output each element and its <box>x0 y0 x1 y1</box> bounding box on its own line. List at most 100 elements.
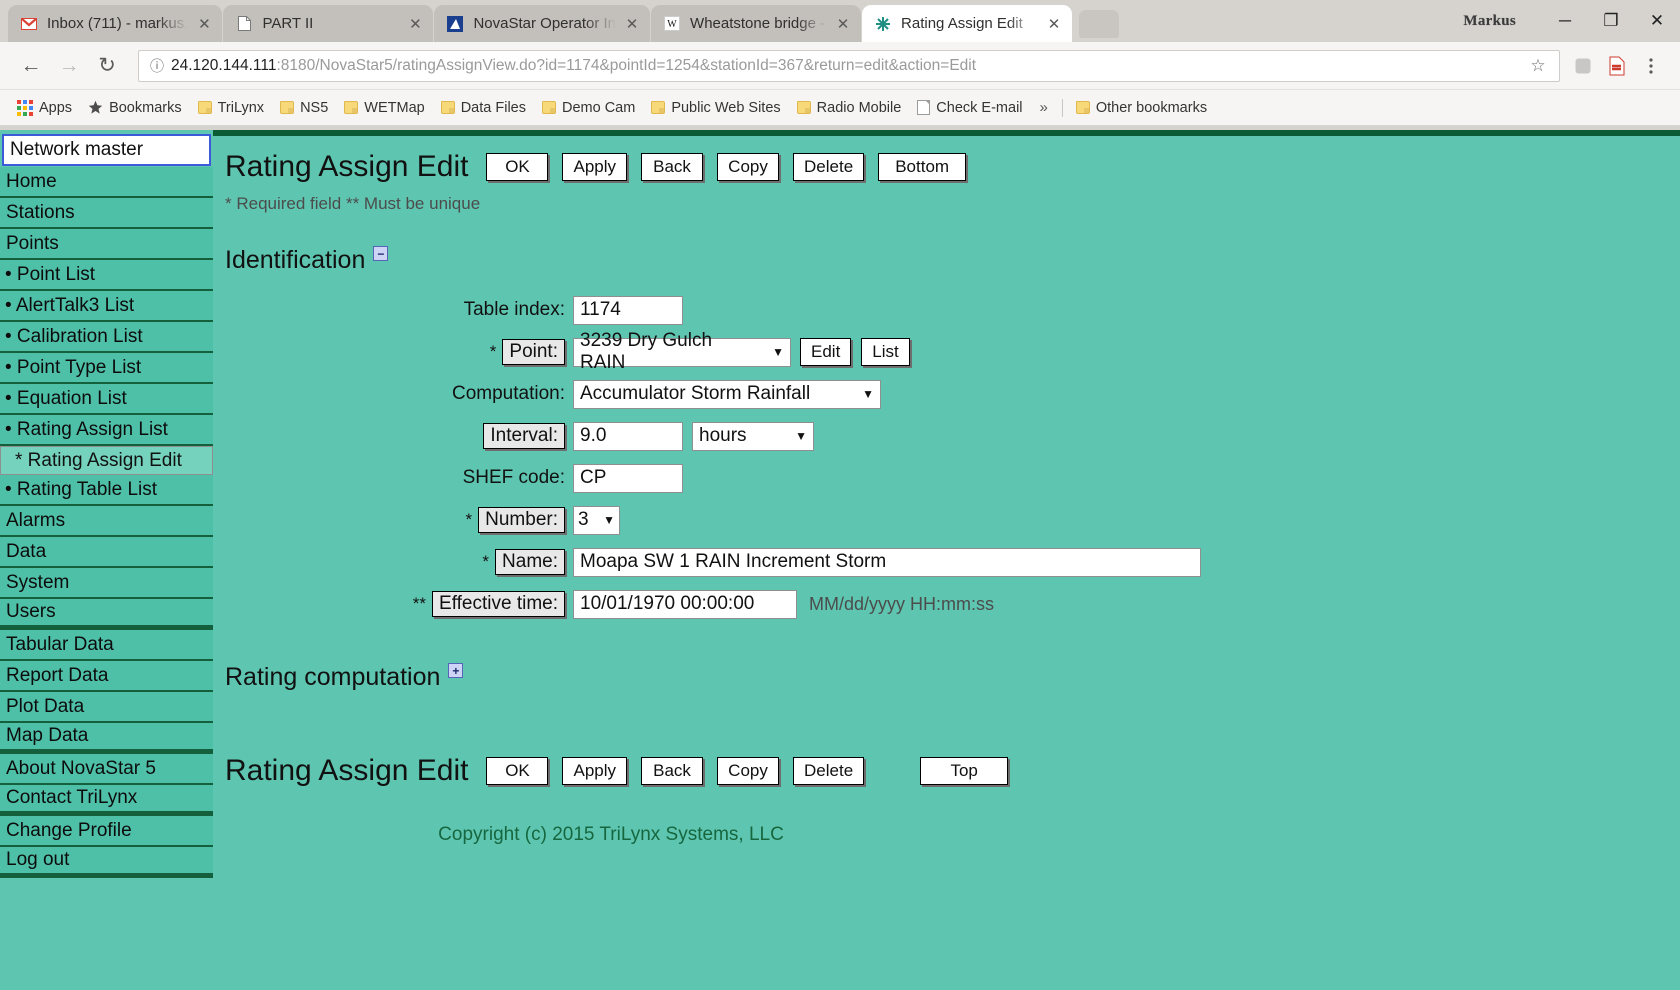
bottom-button[interactable]: Bottom <box>878 153 966 181</box>
field-row-interval: Interval: 9.0 hours ▼ <box>213 415 1680 457</box>
pdf-icon[interactable] <box>1600 49 1634 83</box>
sidebar-item-calibration-list[interactable]: • Calibration List <box>0 322 213 353</box>
bookmark-item-demo-cam[interactable]: Demo Cam <box>535 95 642 121</box>
apply-button-bottom[interactable]: Apply <box>562 757 627 785</box>
ok-button-bottom[interactable]: OK <box>486 757 548 785</box>
bookmark-item-wetmap[interactable]: WETMap <box>337 95 431 121</box>
reload-icon[interactable]: ↻ <box>88 47 126 85</box>
close-icon[interactable]: ✕ <box>1044 14 1064 34</box>
bookmark-item-trilynx[interactable]: TriLynx <box>191 95 271 121</box>
folder-icon <box>797 101 811 114</box>
interval-label-button[interactable]: Interval: <box>483 423 565 450</box>
sidebar-item-stations[interactable]: Stations <box>0 198 213 229</box>
sidebar-item-users[interactable]: Users <box>0 599 213 630</box>
bookmark-item-apps[interactable]: Apps <box>10 95 79 121</box>
table-index-label-text: Table index: <box>464 299 565 321</box>
minimize-icon[interactable]: ─ <box>1542 0 1588 42</box>
sidebar-item-map-data[interactable]: Map Data <box>0 723 213 754</box>
name-label-button[interactable]: Name: <box>495 549 565 576</box>
bookmark-star-icon[interactable]: ☆ <box>1525 56 1551 76</box>
copy-button-bottom[interactable]: Copy <box>717 757 779 785</box>
back-button-top[interactable]: Back <box>641 153 703 181</box>
extension-icon[interactable] <box>1566 49 1600 83</box>
point-edit-button[interactable]: Edit <box>800 338 851 366</box>
sidebar-item-home[interactable]: Home <box>0 167 213 198</box>
point-label-button[interactable]: Point: <box>502 339 565 366</box>
close-icon[interactable]: ✕ <box>622 14 642 34</box>
sidebar-item-change-profile[interactable]: Change Profile <box>0 816 213 847</box>
sidebar-item-alerttalk3-list[interactable]: • AlertTalk3 List <box>0 291 213 322</box>
sidebar-item-rating-assign-list[interactable]: • Rating Assign List <box>0 415 213 446</box>
sidebar-item-contact-trilynx[interactable]: Contact TriLynx <box>0 785 213 816</box>
required-marker: * <box>482 552 489 572</box>
maximize-icon[interactable]: ❐ <box>1588 0 1634 42</box>
sidebar-item-rating-table-list[interactable]: • Rating Table List <box>0 475 213 506</box>
effective-time-label-button[interactable]: Effective time: <box>432 591 565 618</box>
copy-button-top[interactable]: Copy <box>717 153 779 181</box>
sidebar-item-log-out[interactable]: Log out <box>0 847 213 878</box>
back-icon[interactable]: ← <box>12 47 50 85</box>
bookmarks-overflow-icon[interactable]: » <box>1032 99 1056 116</box>
close-icon[interactable]: ✕ <box>194 14 214 34</box>
sidebar-item-plot-data[interactable]: Plot Data <box>0 692 213 723</box>
interval-input[interactable]: 9.0 <box>573 422 683 451</box>
browser-tab-inbox[interactable]: Inbox (711) - markus. ✕ <box>8 5 222 42</box>
shef-code-input[interactable]: CP <box>573 464 683 493</box>
shef-code-label-text: SHEF code: <box>463 467 565 489</box>
browser-tab-part-ii[interactable]: PART II ✕ <box>223 5 433 42</box>
bookmark-item-check-email[interactable]: Check E-mail <box>910 95 1029 121</box>
table-index-label: Table index: <box>213 299 573 321</box>
point-list-button[interactable]: List <box>861 338 909 366</box>
number-select[interactable]: 3 ▼ <box>573 506 620 535</box>
sidebar-item-rating-assign-edit[interactable]: * Rating Assign Edit <box>0 446 213 475</box>
close-icon[interactable]: ✕ <box>405 14 425 34</box>
bottom-button-row: OK Apply Back Copy Delete Top <box>486 757 1022 785</box>
sidebar-item-report-data[interactable]: Report Data <box>0 661 213 692</box>
user-profile-badge[interactable]: Markus <box>1463 13 1516 30</box>
browser-tab-novastar-operator[interactable]: NovaStar Operator In ✕ <box>434 5 650 42</box>
effective-time-input[interactable]: 10/01/1970 00:00:00 <box>573 590 797 619</box>
table-index-input[interactable]: 1174 <box>573 296 683 325</box>
bookmark-item-radio-mobile[interactable]: Radio Mobile <box>790 95 909 121</box>
sidebar-item-tabular-data[interactable]: Tabular Data <box>0 630 213 661</box>
sidebar-item-about-novastar-5[interactable]: About NovaStar 5 <box>0 754 213 785</box>
sidebar-item-data[interactable]: Data <box>0 537 213 568</box>
network-master-input[interactable]: Network master <box>2 134 211 166</box>
number-label-button[interactable]: Number: <box>478 507 565 534</box>
top-button[interactable]: Top <box>920 757 1008 785</box>
apply-button-top[interactable]: Apply <box>562 153 627 181</box>
name-input[interactable]: Moapa SW 1 RAIN Increment Storm <box>573 548 1201 577</box>
expand-icon[interactable]: + <box>448 663 463 678</box>
bookmark-item-other-bookmarks[interactable]: Other bookmarks <box>1069 95 1214 121</box>
browser-tab-wheatstone-bridge[interactable]: W Wheatstone bridge - ✕ <box>651 5 861 42</box>
close-icon[interactable]: ✕ <box>833 14 853 34</box>
computation-select[interactable]: Accumulator Storm Rainfall ▼ <box>573 380 881 409</box>
sidebar-item-equation-list[interactable]: • Equation List <box>0 384 213 415</box>
bookmark-item-bookmarks[interactable]: Bookmarks <box>81 95 189 121</box>
address-bar[interactable]: ⓘ 24.120.144.111:8180/NovaStar5/ratingAs… <box>138 50 1560 82</box>
bottom-page-title: Rating Assign Edit <box>225 756 468 786</box>
sidebar-item-alarms[interactable]: Alarms <box>0 506 213 537</box>
point-select[interactable]: 3239 Dry Gulch RAIN ▼ <box>573 338 791 367</box>
new-tab-button[interactable] <box>1079 10 1119 38</box>
sidebar-item-point-list[interactable]: • Point List <box>0 260 213 291</box>
sidebar-item-system[interactable]: System <box>0 568 213 599</box>
delete-button-bottom[interactable]: Delete <box>793 757 864 785</box>
copyright-text: Copyright (c) 2015 TriLynx Systems, LLC <box>213 824 1009 846</box>
collapse-icon[interactable]: − <box>373 246 388 261</box>
bookmark-item-ns5[interactable]: NS5 <box>273 95 335 121</box>
close-window-icon[interactable]: ✕ <box>1634 0 1680 42</box>
browser-tab-rating-assign-edit[interactable]: Rating Assign Edit ✕ <box>862 5 1072 42</box>
bookmark-item-public-web-sites[interactable]: Public Web Sites <box>644 95 787 121</box>
sidebar-item-points[interactable]: Points <box>0 229 213 260</box>
back-button-bottom[interactable]: Back <box>641 757 703 785</box>
ok-button-top[interactable]: OK <box>486 153 548 181</box>
forward-icon[interactable]: → <box>50 47 88 85</box>
site-info-icon[interactable]: ⓘ <box>147 56 167 76</box>
bookmark-item-data-files[interactable]: Data Files <box>434 95 533 121</box>
menu-icon[interactable] <box>1634 49 1668 83</box>
sidebar-item-point-type-list[interactable]: • Point Type List <box>0 353 213 384</box>
identification-form: Table index: 1174 * Point: 3239 Dry Gulc… <box>213 289 1680 625</box>
interval-units-select[interactable]: hours ▼ <box>692 422 814 451</box>
delete-button-top[interactable]: Delete <box>793 153 864 181</box>
